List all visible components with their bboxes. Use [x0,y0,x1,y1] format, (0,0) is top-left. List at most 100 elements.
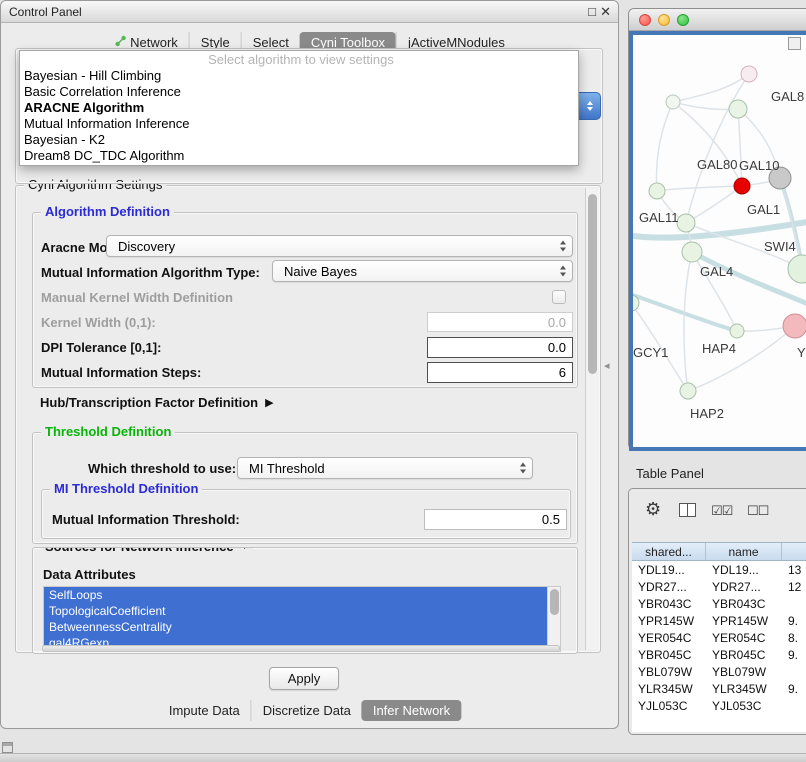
table-row[interactable]: YJL053CYJL053C [632,697,806,714]
apply-button[interactable]: Apply [269,667,339,690]
cyni-bottom-tabs: Impute Data Discretize Data Infer Networ… [158,700,461,721]
table-row[interactable]: YPR145WYPR145W9. [632,612,806,629]
data-attributes-label: Data Attributes [43,565,136,583]
network-node-label: GAL4 [700,264,733,279]
dropdown-item[interactable]: Mutual Information Inference [20,116,578,132]
attribute-item-selected[interactable]: SelfLoops [44,587,548,603]
aracne-mode-select[interactable]: Discovery [106,235,573,257]
network-edge [738,109,742,186]
network-canvas[interactable]: GAL8 GAL80 GAL10 GAL11 GAL1 SWI4 GAL4 GC… [629,31,806,451]
dropdown-item[interactable]: Bayesian - K2 [20,132,578,148]
mi-type-select[interactable]: Naive Bayes [272,260,573,282]
which-threshold-select[interactable]: MI Threshold [237,457,533,479]
tab-impute-data[interactable]: Impute Data [158,700,251,721]
node-table: shared... name YDL19...YDL19...13 YDR27.… [632,542,806,732]
mi-threshold-input[interactable]: 0.5 [424,509,567,530]
dpi-tolerance-label: DPI Tolerance [0,1]: [41,338,161,356]
close-traffic-light[interactable] [639,14,651,26]
attribute-list-scrollbar [547,587,560,651]
network-node-label: SWI4 [764,239,796,254]
table-row[interactable]: YBR045CYBR045C9. [632,646,806,663]
network-node[interactable] [741,66,757,82]
attribute-item-selected[interactable]: TopologicalCoefficient [44,603,548,619]
expander-open-icon: ▼ [240,547,250,552]
control-panel-window: Control Panel □ ✕ Network Style Select C… [0,0,619,729]
desktop: Control Panel □ ✕ Network Style Select C… [0,0,806,762]
mi-steps-input[interactable]: 6 [427,362,573,383]
deselect-all-icon[interactable]: ☐☐ [747,503,768,519]
manual-kernel-label: Manual Kernel Width Definition [41,288,233,306]
table-row[interactable]: YDL19...YDL19...13 [632,561,806,578]
settings-scrollbar-thumb[interactable] [588,194,597,374]
expander-arrow-icon: ▶ [265,396,273,409]
birdseye-toggle[interactable] [788,37,801,50]
cyni-algorithm-settings-group: Cyni Algorithm Settings Algorithm Defini… [15,185,601,653]
network-view-window: GAL8 GAL80 GAL10 GAL11 GAL1 SWI4 GAL4 GC… [628,8,806,450]
network-node[interactable] [680,383,696,399]
network-node[interactable] [666,95,680,109]
network-node[interactable] [682,242,702,262]
network-node-label: GAL10 [739,158,779,173]
close-window-icon[interactable]: ✕ [600,4,611,20]
restore-window-icon[interactable]: □ [588,4,596,20]
mi-steps-label: Mutual Information Steps: [41,363,201,381]
attribute-item-selected[interactable]: BetweennessCentrality [44,619,548,635]
table-header: shared... name [632,542,806,561]
sources-group-title[interactable]: Sources for Network Inference ▼ [41,547,253,554]
network-node[interactable] [729,100,747,118]
tab-infer-network[interactable]: Infer Network [362,700,461,721]
network-window-titlebar[interactable] [629,9,806,31]
dropdown-item[interactable]: Basic Correlation Inference [20,84,578,100]
zoom-traffic-light[interactable] [677,14,689,26]
network-node[interactable] [649,183,665,199]
settings-hscrollbar[interactable] [42,645,560,652]
network-node-label: GAL1 [747,202,780,217]
column-header-shared-name[interactable]: shared... [632,543,706,560]
threshold-definition-title: Threshold Definition [41,424,175,439]
table-row[interactable]: YLR345WYLR345W9. [632,680,806,697]
control-panel-titlebar[interactable]: Control Panel [1,1,618,23]
table-row[interactable]: YBL079WYBL079W [632,663,806,680]
kernel-width-input[interactable]: 0.0 [427,312,573,332]
table-row[interactable]: YBR043CYBR043C [632,595,806,612]
gear-icon[interactable]: ⚙ [645,499,661,520]
collapsed-panel-icon[interactable] [2,742,13,753]
network-node-label: Y [797,345,806,360]
select-all-icon[interactable]: ☑☑ [711,503,732,519]
network-edge [684,252,692,391]
network-node-label: GAL80 [697,157,737,172]
network-node-label: GAL8 [771,89,804,104]
column-header-name[interactable]: name [706,543,782,560]
hub-definition-expander[interactable]: Hub/Transcription Factor Definition ▶ [40,393,274,411]
algorithm-definition-group: Algorithm Definition Aracne Mode: Discov… [32,212,578,388]
panel-collapse-arrow-icon[interactable]: ◂ [604,359,610,372]
column-header-cut[interactable] [782,543,806,560]
mi-threshold-group: MI Threshold Definition Mutual Informati… [41,489,571,539]
network-node[interactable] [788,255,806,283]
dropdown-placeholder: Select algorithm to view settings [20,52,578,68]
tab-discretize-data[interactable]: Discretize Data [251,700,362,721]
table-panel-title: Table Panel [636,466,704,481]
network-node[interactable] [677,214,695,232]
manual-kernel-checkbox[interactable] [552,290,566,304]
algorithm-combo-button[interactable] [578,92,601,120]
sources-group: Sources for Network Inference ▼ Data Att… [32,547,578,654]
network-edge [657,178,780,191]
network-node[interactable] [783,314,806,338]
dropdown-item[interactable]: Bayesian - Hill Climbing [20,68,578,84]
algorithm-definition-title: Algorithm Definition [41,204,174,219]
dropdown-item[interactable]: Dream8 DC_TDC Algorithm [20,148,578,164]
dropdown-item-selected[interactable]: ARACNE Algorithm [20,100,578,116]
mi-threshold-label: Mutual Information Threshold: [52,510,240,528]
network-node[interactable] [730,324,744,338]
network-node-label: GAL11 [639,210,679,225]
dpi-tolerance-input[interactable]: 0.0 [427,337,573,358]
table-row[interactable]: YER054CYER054C8. [632,629,806,646]
network-node-gal10[interactable] [734,178,750,194]
attribute-list-scrollbar-thumb[interactable] [550,589,559,615]
table-row[interactable]: YDR27...YDR27...12 [632,578,806,595]
bottom-panel-edge [0,753,806,762]
column-layout-icon[interactable] [679,503,696,522]
minimize-traffic-light[interactable] [658,14,670,26]
which-threshold-label: Which threshold to use: [88,459,236,477]
